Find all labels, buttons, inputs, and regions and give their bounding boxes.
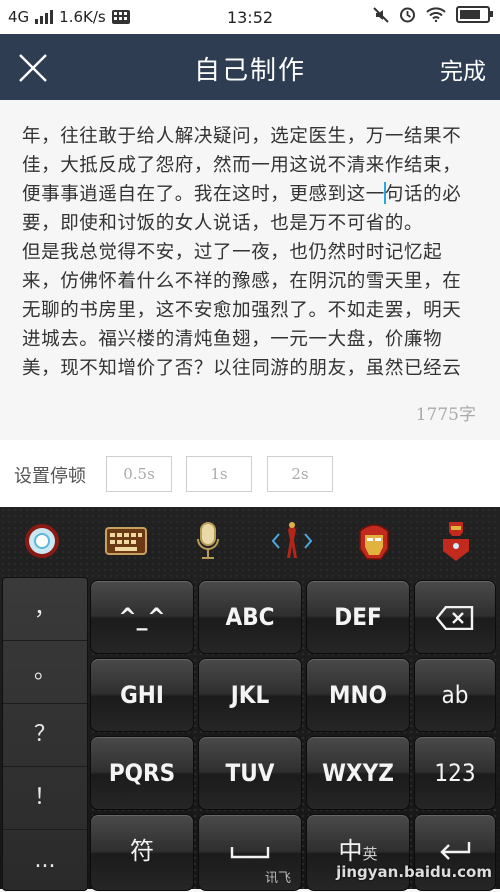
backspace-key[interactable] [414,580,496,654]
pause-label: 设置停顿 [14,466,86,487]
done-button[interactable]: 完成 [440,52,486,86]
space-sub-label: 讯飞 [264,871,291,886]
watermark: jingyan.baidu.com [336,863,492,881]
symbol-comma-key[interactable]: ， [3,578,87,641]
backspace-icon [435,605,474,631]
mute-icon [373,6,389,23]
helmet-icon[interactable] [352,519,396,563]
keyboard-switch-icon[interactable] [104,519,148,563]
microphone-icon[interactable] [186,519,230,563]
keyboard: ， 。 ？ ！ ... ^_^ ABC DEF GHI JKL MNO ab P… [0,507,500,891]
page-title: 自己制作 [193,56,306,86]
pause-option-2s[interactable]: 2s [267,456,333,492]
pause-settings: 设置停顿 0.5s 1s 2s [0,440,500,507]
pause-option-0-5s[interactable]: 0.5s [106,456,172,492]
reactor-icon[interactable] [20,519,64,563]
key-abc[interactable]: ABC [198,580,302,654]
key-mno[interactable]: MNO [306,658,410,732]
key-tuv[interactable]: TUV [198,736,302,810]
pause-option-1s[interactable]: 1s [186,456,252,492]
character-count: 1775字 [415,405,476,425]
text-editor[interactable]: 年，往往敢于给人解决疑问，选定医生，万一结果不佳，大抵反成了怨府，然而一用这说不… [0,100,500,440]
key-jkl[interactable]: JKL [198,658,302,732]
battery-icon [456,6,493,23]
key-numbers[interactable]: 123 [414,736,496,810]
enter-icon [440,842,471,860]
key-ghi[interactable]: GHI [90,658,194,732]
key-wxyz[interactable]: WXYZ [306,736,410,810]
language-key-label: 中 [338,837,363,865]
title-bar: 自己制作 完成 [0,34,500,100]
symbol-key[interactable]: 符 [90,814,194,891]
alarm-icon [400,7,415,23]
wifi-icon [426,7,446,22]
character-icon[interactable] [434,519,478,563]
cursor-move-icon[interactable] [270,519,314,563]
keyboard-toolbar [0,507,500,577]
paragraph-1: 年，往往敢于给人解决疑问，选定医生，万一结果不佳，大抵反成了怨府，然而一用这说不… [22,122,480,238]
key-emoticon[interactable]: ^_^ [90,580,194,654]
space-key[interactable]: 讯飞 [198,814,302,891]
symbol-question-key[interactable]: ？ [3,704,87,767]
key-pqrs[interactable]: PQRS [90,736,194,810]
language-key-alt: 英 [362,845,378,863]
key-def[interactable]: DEF [306,580,410,654]
paragraph-2: 但是我总觉得不安，过了一夜，也仍然时时记忆起来，仿佛怀着什么不祥的豫感，在阴沉的… [22,242,462,379]
symbol-ellipsis-key[interactable]: ... [3,830,87,892]
space-icon [230,847,270,859]
symbol-column: ， 。 ？ ！ ... [2,577,88,891]
key-lowercase[interactable]: ab [414,658,496,732]
status-bar: 4G 1.6K/s 13:52 [0,0,500,34]
symbol-exclaim-key[interactable]: ！ [3,767,87,830]
symbol-period-key[interactable]: 。 [3,641,87,704]
